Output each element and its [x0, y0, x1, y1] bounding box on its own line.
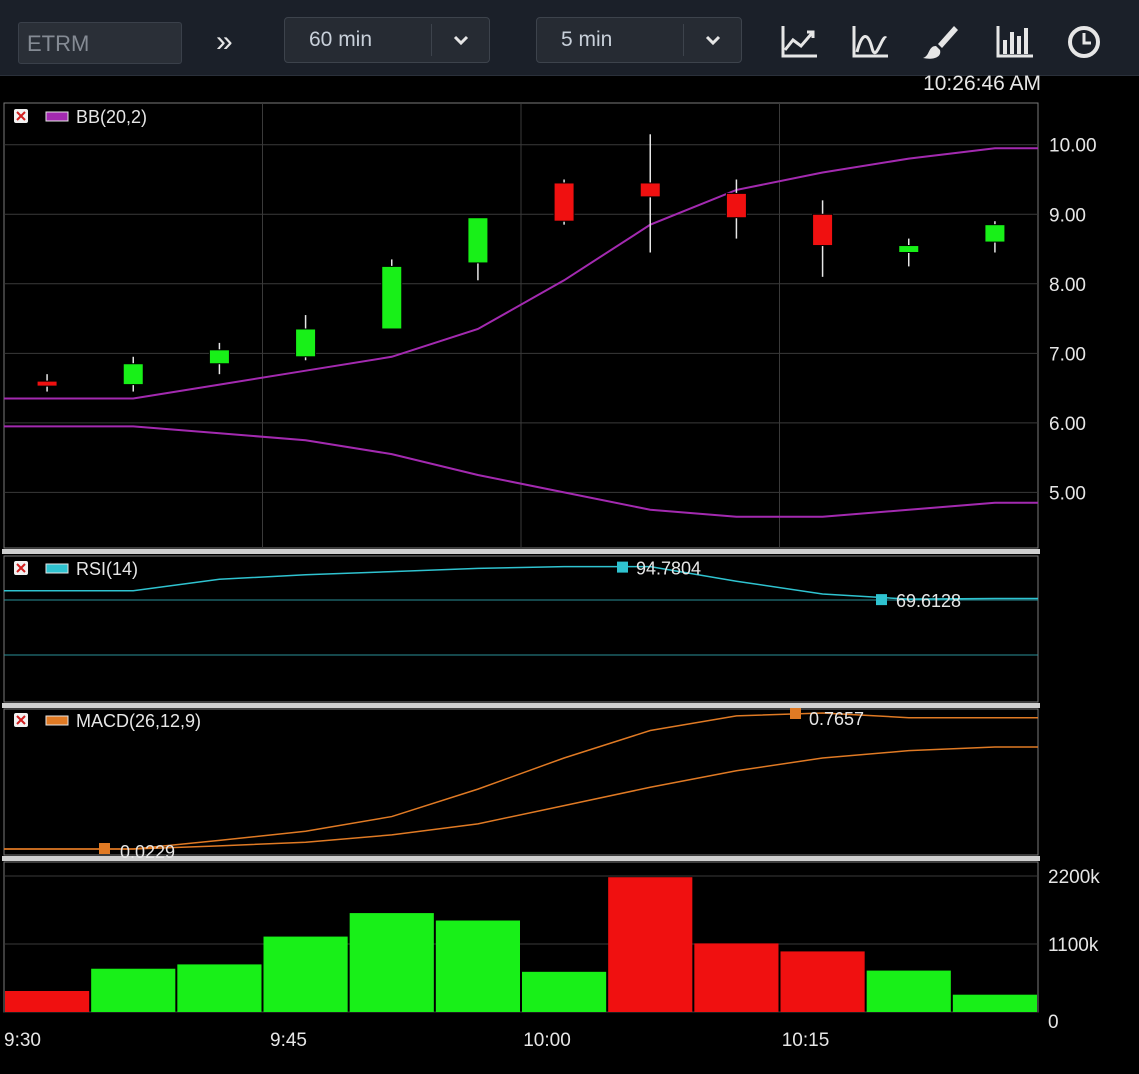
price-tick-label: 9.00: [1049, 205, 1086, 226]
volume-bar: [866, 970, 951, 1012]
x-tick-label: 9:45: [270, 1030, 307, 1051]
macd-max-marker: [790, 708, 801, 719]
volume-bar: [91, 968, 176, 1012]
macd-swatch: [45, 715, 69, 726]
candle-body: [898, 245, 920, 253]
price-tick-label: 8.00: [1049, 275, 1086, 296]
bb-label: BB(20,2): [76, 107, 147, 127]
bb-swatch: [45, 111, 69, 122]
macd-max-label: 0.7657: [809, 709, 864, 729]
macd-min-marker: [99, 843, 110, 854]
volume-tick-label: 2200k: [1048, 867, 1100, 888]
candle-body: [295, 328, 317, 358]
candle-body: [36, 380, 58, 387]
volume-bar: [435, 920, 520, 1012]
candle-body: [984, 224, 1006, 243]
candle-body: [122, 363, 144, 386]
rsi-last-label: 69.6128: [896, 591, 961, 611]
volume-bar: [5, 990, 90, 1012]
volume-bar: [952, 994, 1037, 1012]
volume-bar: [694, 943, 779, 1012]
volume-tick-label: 1100k: [1048, 935, 1099, 956]
macd-min-label: 0.0229: [120, 842, 175, 862]
volume-bar: [177, 964, 262, 1012]
candle-body: [467, 217, 489, 264]
rsi-swatch: [45, 563, 69, 574]
rsi-last-marker: [876, 594, 887, 606]
volume-bar: [263, 936, 348, 1012]
x-tick-label: 10:15: [782, 1030, 830, 1051]
candle-body: [725, 192, 747, 219]
price-tick-label: 6.00: [1049, 414, 1086, 435]
rsi-max-label: 94.7804: [636, 559, 701, 579]
rsi-panel: [3, 555, 1039, 703]
candle-body: [639, 182, 661, 198]
price-tick-label: 7.00: [1049, 344, 1086, 365]
x-tick-label: 9:30: [4, 1030, 41, 1051]
candle-body: [812, 213, 834, 247]
candle-body: [553, 182, 575, 222]
price-tick-label: 5.00: [1049, 483, 1086, 504]
rsi-max-marker: [617, 561, 628, 573]
panel-separator: [2, 549, 1040, 554]
chart-area[interactable]: 5.00 6.00 7.00 8.00 9.00 10.00 BB(20,2) RSI(14)…: [0, 0, 1139, 1074]
price-tick-label: 10.00: [1049, 136, 1097, 157]
volume-tick-label: 0: [1048, 1012, 1059, 1033]
candle-body: [208, 349, 230, 365]
volume-bar: [349, 913, 434, 1012]
macd-label: MACD(26,12,9): [76, 711, 201, 731]
volume-bar: [608, 877, 693, 1012]
volume-bar: [780, 951, 865, 1012]
x-tick-label: 10:00: [523, 1030, 571, 1051]
volume-bar: [522, 971, 607, 1012]
panel-separator: [2, 703, 1040, 708]
rsi-label: RSI(14): [76, 559, 138, 579]
candle-body: [381, 265, 403, 330]
